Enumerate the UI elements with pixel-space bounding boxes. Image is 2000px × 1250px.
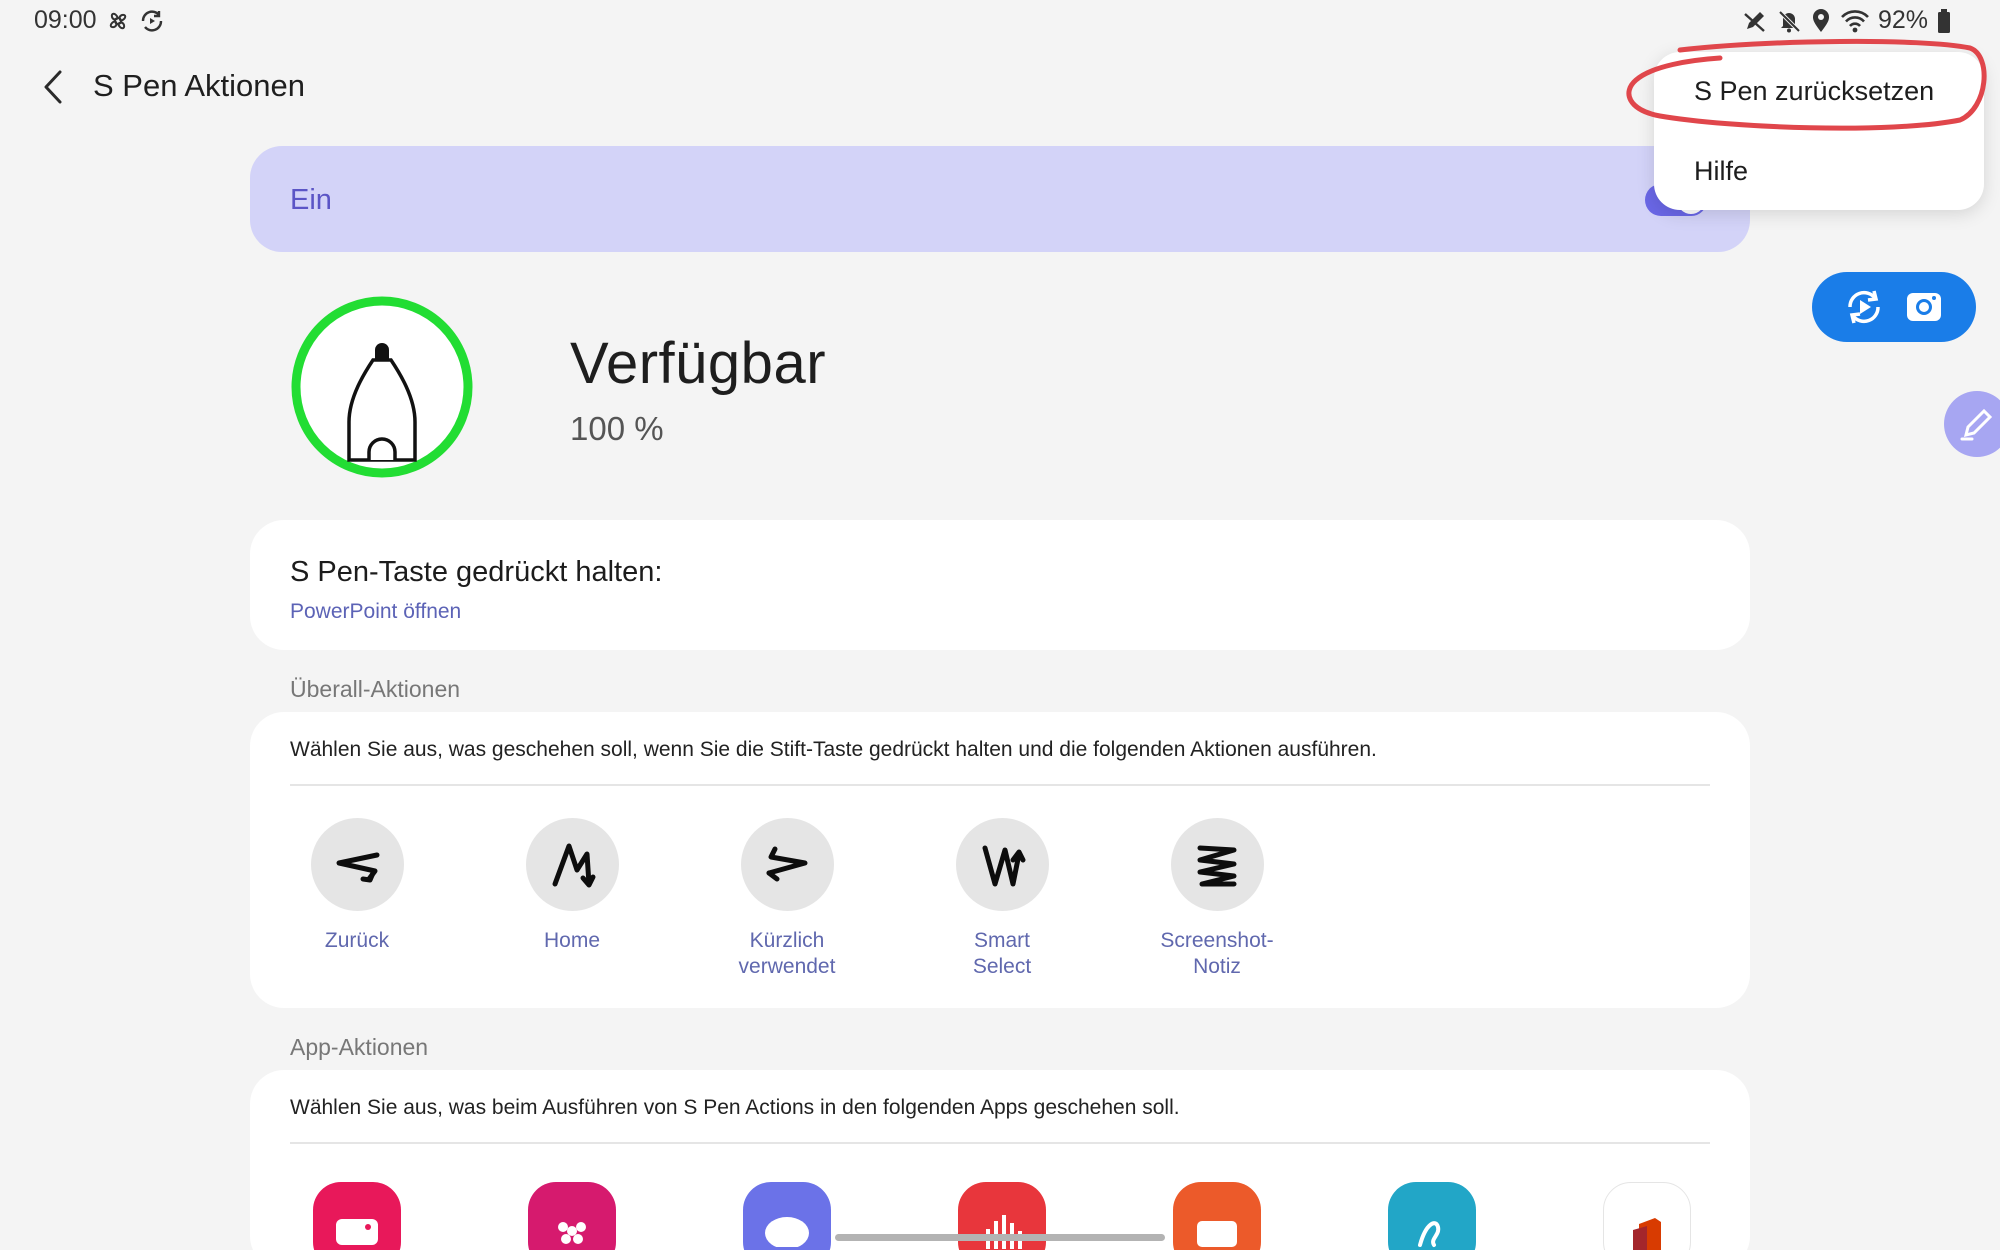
s-pen-status-icon bbox=[291, 296, 473, 478]
mute-icon bbox=[1778, 10, 1801, 32]
gesture-smart-select-label: Smart Select bbox=[972, 929, 1032, 978]
gesture-recents-circle bbox=[740, 818, 834, 911]
back-button[interactable] bbox=[30, 60, 76, 114]
gesture-back[interactable]: Zurück bbox=[282, 818, 432, 954]
gesture-screenshot-note-label: Screenshot- Notiz bbox=[1160, 929, 1274, 978]
gesture-back-circle bbox=[310, 818, 404, 911]
chevron-left-icon bbox=[44, 70, 62, 104]
gesture-screenshot-note-circle bbox=[1170, 818, 1264, 911]
pen-up-app-icon[interactable] bbox=[1388, 1182, 1476, 1250]
pen-icon bbox=[1960, 408, 1993, 441]
screenshot-button[interactable] bbox=[1901, 284, 1947, 330]
overflow-menu: S Pen zurücksetzen Hilfe bbox=[1654, 52, 1984, 210]
pen-battery-level: 100 % bbox=[570, 410, 664, 447]
app-actions-description: Wählen Sie aus, was beim Ausführen von S… bbox=[290, 1096, 1180, 1119]
gesture-back-label: Zurück bbox=[324, 929, 390, 952]
app-actions-card: Wählen Sie aus, was beim Ausführen von S… bbox=[250, 1070, 1750, 1250]
home-gesture-icon bbox=[552, 843, 596, 887]
messages-app-icon[interactable] bbox=[743, 1182, 831, 1250]
gesture-home-label: Home bbox=[543, 929, 601, 952]
status-left: 09:00 bbox=[34, 6, 165, 35]
anywhere-actions-header: Überall-Aktionen bbox=[290, 676, 461, 702]
press-and-hold-setting[interactable]: S Pen-Taste gedrückt halten: PowerPoint … bbox=[250, 520, 1750, 650]
menu-item-reset-s-pen[interactable]: S Pen zurücksetzen bbox=[1694, 76, 1934, 107]
screenshot-note-gesture-icon bbox=[1197, 845, 1237, 886]
anywhere-actions-description: Wählen Sie aus, was geschehen soll, wenn… bbox=[290, 738, 1377, 761]
pen-off-icon bbox=[1744, 11, 1765, 32]
office-app-icon[interactable] bbox=[1603, 1182, 1691, 1250]
battery-icon bbox=[1938, 8, 1950, 33]
battery-percentage: 92% bbox=[1877, 6, 1928, 34]
master-toggle-row[interactable]: Ein bbox=[250, 146, 1750, 252]
notes-app-icon[interactable] bbox=[1173, 1182, 1261, 1250]
back-gesture-icon bbox=[336, 852, 380, 882]
menu-item-help[interactable]: Hilfe bbox=[1694, 156, 1748, 187]
screen-record-icon bbox=[1848, 290, 1880, 324]
anywhere-actions-card: Wählen Sie aus, was geschehen soll, wenn… bbox=[250, 712, 1750, 1008]
fan-icon bbox=[109, 12, 126, 29]
location-icon bbox=[1812, 8, 1829, 32]
air-command-button[interactable] bbox=[1944, 391, 2000, 457]
recents-gesture-icon bbox=[766, 846, 808, 881]
status-time: 09:00 bbox=[34, 6, 97, 34]
camera-icon bbox=[1907, 293, 1941, 321]
press-and-hold-value: PowerPoint öffnen bbox=[290, 600, 462, 623]
page-title: S Pen Aktionen bbox=[93, 68, 305, 103]
gesture-smart-select[interactable]: Smart Select bbox=[927, 818, 1077, 980]
screen-capture-toolbar bbox=[1812, 272, 1976, 342]
gesture-recents-label: Kürzlich verwendet bbox=[738, 929, 836, 978]
screen-record-button[interactable] bbox=[1841, 284, 1887, 330]
gesture-screenshot-note[interactable]: Screenshot- Notiz bbox=[1142, 818, 1292, 980]
navigation-handle[interactable] bbox=[835, 1234, 1165, 1241]
gesture-home-circle bbox=[525, 818, 619, 911]
divider bbox=[290, 1142, 1710, 1144]
gallery-app-icon[interactable] bbox=[528, 1182, 616, 1250]
gesture-recents[interactable]: Kürzlich verwendet bbox=[712, 818, 862, 980]
camera-app-icon[interactable] bbox=[313, 1182, 401, 1250]
connection-status: Verfügbar bbox=[570, 331, 827, 396]
toggle-label: Ein bbox=[290, 184, 332, 216]
wifi-icon bbox=[1841, 9, 1869, 32]
app-actions-header: App-Aktionen bbox=[290, 1034, 429, 1060]
sync-icon bbox=[141, 10, 162, 31]
smart-select-gesture-icon bbox=[982, 845, 1026, 886]
divider bbox=[290, 784, 1710, 786]
status-right: 92% bbox=[1742, 6, 1952, 35]
gesture-home[interactable]: Home bbox=[497, 818, 647, 954]
gesture-smart-select-circle bbox=[955, 818, 1049, 911]
status-bar: 09:00 92% bbox=[0, 0, 2000, 42]
press-and-hold-title: S Pen-Taste gedrückt halten: bbox=[290, 556, 663, 588]
